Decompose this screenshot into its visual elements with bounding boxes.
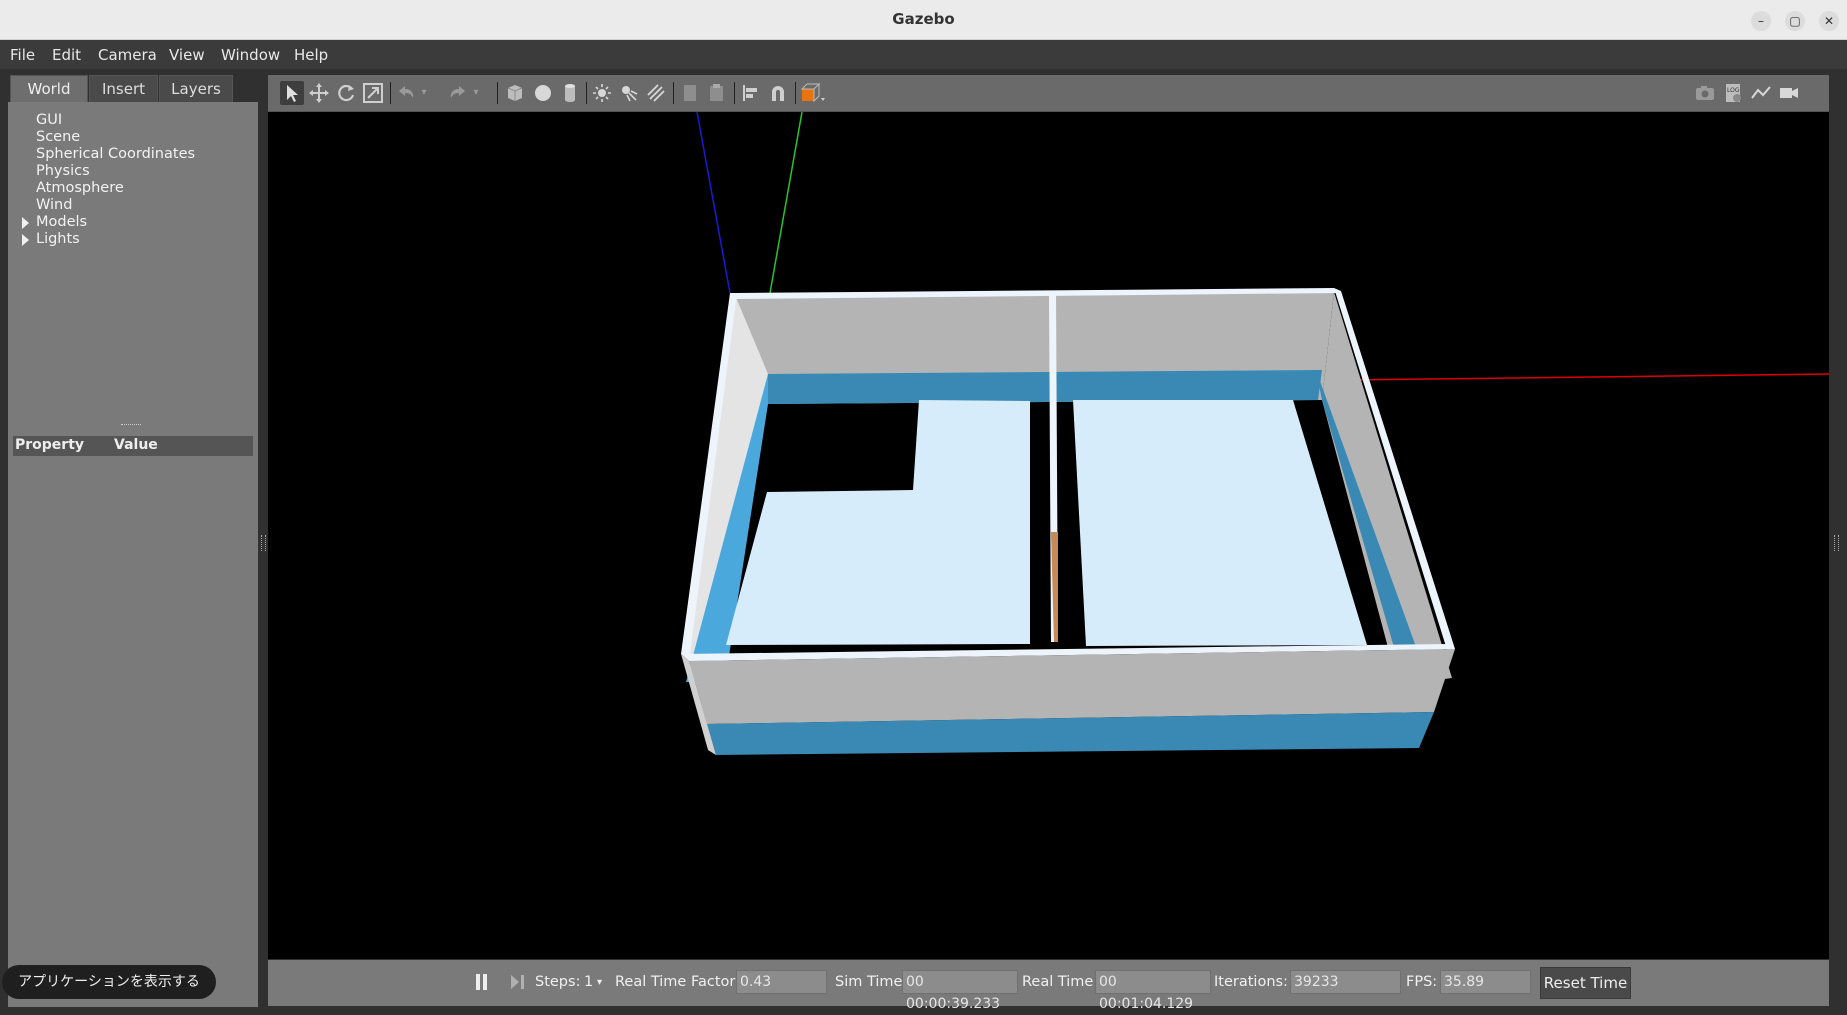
expand-arrow-icon[interactable]: [22, 217, 29, 229]
toolbar: ▾ ▾ LOG: [268, 75, 1829, 112]
sim-time-field: 00 00:00:39.233: [902, 970, 1018, 1012]
window-title: Gazebo: [892, 10, 955, 28]
viewport-area: ▾ ▾ LOG Steps: 1 ▾ Real Time Factor: 0.4…: [268, 75, 1830, 1012]
tree-item-atmosphere[interactable]: Atmosphere: [36, 180, 124, 196]
menu-view[interactable]: View: [169, 46, 205, 64]
real-time-factor-label: Real Time Factor:: [615, 974, 740, 990]
left-panel: World Insert Layers GUI Scene Spherical …: [8, 75, 258, 1007]
splitter-handle[interactable]: [121, 424, 141, 428]
close-button[interactable]: ✕: [1819, 11, 1839, 31]
box-icon[interactable]: [503, 81, 527, 105]
tab-world[interactable]: World: [10, 75, 88, 102]
real-time-field: 00 00:01:04.129: [1095, 970, 1211, 1012]
toolbar-separator: [734, 82, 735, 104]
iterations-field: 39233: [1290, 970, 1401, 994]
view-angle-icon[interactable]: [799, 81, 829, 105]
menu-edit[interactable]: Edit: [52, 46, 81, 64]
redo-icon[interactable]: [446, 81, 470, 105]
world-panel: GUI Scene Spherical Coordinates Physics …: [8, 102, 258, 1007]
svg-text:LOG: LOG: [1727, 87, 1740, 94]
z-axis-line: [696, 111, 731, 294]
back-wall-base: [768, 370, 1322, 404]
steps-label: Steps:: [535, 974, 581, 990]
menu-bar: File Edit Camera View Window Help: [0, 40, 1847, 69]
spot-light-icon[interactable]: [617, 81, 641, 105]
real-time-factor-field: 0.43: [736, 970, 827, 994]
tree-item-gui[interactable]: GUI: [36, 112, 62, 128]
fps-field: 35.89: [1440, 970, 1531, 994]
x-axis-line: [1350, 373, 1830, 381]
align-icon[interactable]: [739, 81, 763, 105]
left-panel-resize-handle[interactable]: [261, 535, 266, 551]
toolbar-separator: [497, 82, 498, 104]
tree-item-scene[interactable]: Scene: [36, 129, 80, 145]
tree-item-models[interactable]: Models: [36, 214, 87, 230]
menu-camera[interactable]: Camera: [98, 46, 157, 64]
undo-icon[interactable]: [394, 81, 418, 105]
minimize-button[interactable]: –: [1751, 11, 1771, 31]
iterations-label: Iterations:: [1214, 974, 1288, 990]
real-time-label: Real Time:: [1022, 974, 1099, 990]
floor-left-room: [726, 400, 1030, 645]
toolbar-separator: [390, 82, 391, 104]
menu-help[interactable]: Help: [294, 46, 328, 64]
floor-right-room: [1073, 400, 1367, 646]
log-icon[interactable]: LOG: [1721, 81, 1745, 105]
title-bar: Gazebo – ▢ ✕: [0, 0, 1847, 40]
menu-window[interactable]: Window: [221, 46, 280, 64]
screenshot-icon[interactable]: [1693, 81, 1717, 105]
world-render: [681, 111, 1830, 755]
cylinder-icon[interactable]: [558, 81, 582, 105]
fps-label: FPS:: [1406, 974, 1438, 990]
plot-icon[interactable]: [1749, 81, 1773, 105]
redo-dropdown-icon[interactable]: ▾: [470, 81, 482, 105]
undo-dropdown-icon[interactable]: ▾: [418, 81, 430, 105]
point-light-icon[interactable]: [590, 81, 614, 105]
sim-time-label: Sim Time:: [835, 974, 908, 990]
tree-item-lights[interactable]: Lights: [36, 231, 80, 247]
reset-time-button[interactable]: Reset Time: [1540, 967, 1631, 999]
tab-insert[interactable]: Insert: [89, 75, 158, 102]
toolbar-separator: [673, 82, 674, 104]
y-axis-line: [769, 111, 803, 294]
right-panel-resize-handle[interactable]: [1834, 535, 1839, 551]
select-icon[interactable]: [280, 81, 304, 105]
property-column-label: Property: [15, 437, 85, 453]
bottom-status-bar: Steps: 1 ▾ Real Time Factor: 0.43 Sim Ti…: [268, 960, 1829, 1012]
maximize-button[interactable]: ▢: [1785, 11, 1805, 31]
front-wall-face: [689, 649, 1455, 724]
3d-scene-viewport[interactable]: [268, 111, 1830, 959]
toolbar-separator: [795, 82, 796, 104]
property-header: Property Value: [13, 436, 253, 456]
snap-icon[interactable]: [766, 81, 790, 105]
menu-file[interactable]: File: [10, 46, 35, 64]
tree-item-physics[interactable]: Physics: [36, 163, 90, 179]
tree-item-wind[interactable]: Wind: [36, 197, 72, 213]
steps-dropdown-icon[interactable]: ▾: [597, 977, 602, 988]
tree-item-spherical-coordinates[interactable]: Spherical Coordinates: [36, 146, 195, 162]
directional-light-icon[interactable]: [644, 81, 668, 105]
show-applications-tooltip: アプリケーションを表示する: [2, 965, 216, 999]
copy-icon[interactable]: [678, 81, 702, 105]
steps-value[interactable]: 1: [584, 974, 593, 990]
scale-icon[interactable]: [361, 81, 385, 105]
step-forward-icon[interactable]: [509, 973, 525, 991]
pause-icon[interactable]: [473, 973, 489, 991]
tab-layers[interactable]: Layers: [159, 75, 233, 102]
value-column-label: Value: [114, 437, 158, 453]
rotate-icon[interactable]: [334, 81, 358, 105]
record-video-icon[interactable]: [1777, 81, 1801, 105]
translate-icon[interactable]: [307, 81, 331, 105]
sphere-icon[interactable]: [531, 81, 555, 105]
toolbar-separator: [586, 82, 587, 104]
expand-arrow-icon[interactable]: [22, 234, 29, 246]
paste-icon[interactable]: [705, 81, 729, 105]
